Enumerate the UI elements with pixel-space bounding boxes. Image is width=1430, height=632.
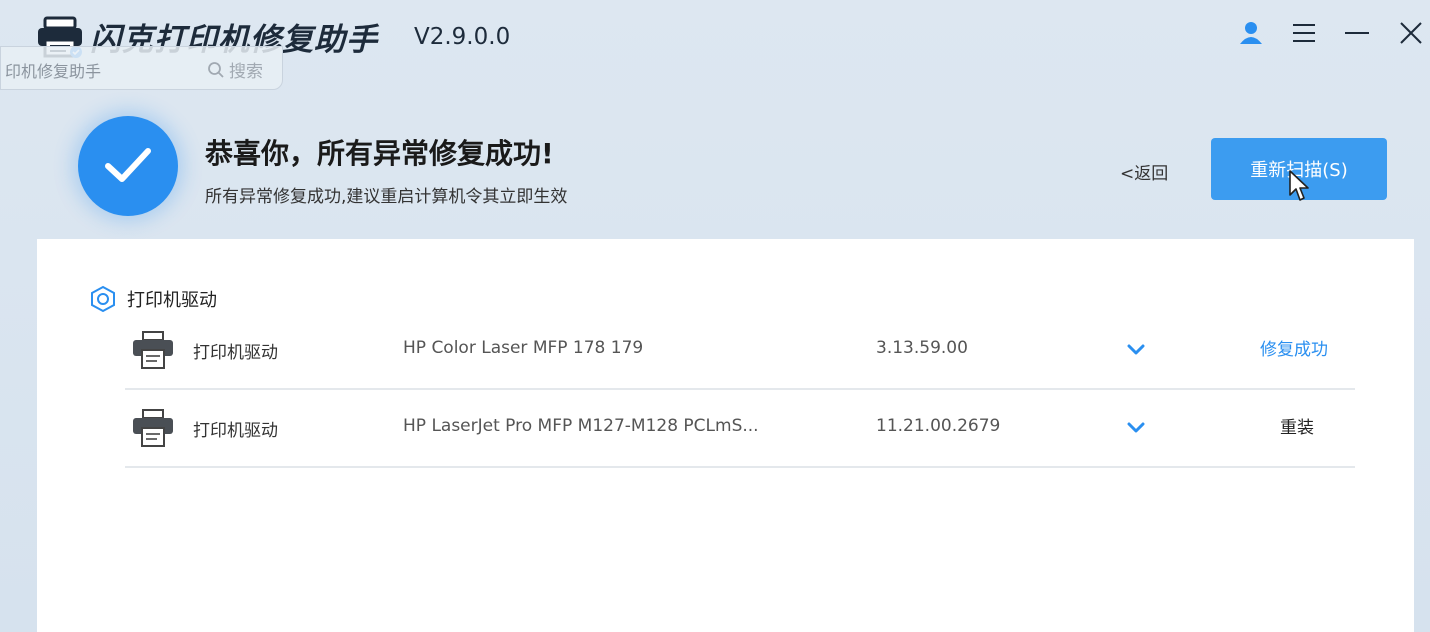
table-row[interactable]: 打印机驱动 HP LaserJet Pro MFP M127-M128 PCLm…	[125, 390, 1355, 468]
overlay-search[interactable]: 搜索	[207, 57, 263, 82]
row-category: 打印机驱动	[193, 343, 278, 363]
overlay-search-label: 搜索	[229, 62, 263, 82]
printer-icon	[133, 409, 173, 447]
overlay-tab-label: 印机修复助手	[5, 62, 102, 81]
table-row[interactable]: 打印机驱动 HP Color Laser MFP 178 179 3.13.59…	[125, 312, 1355, 390]
minimize-icon[interactable]	[1342, 18, 1372, 48]
section-title: 打印机驱动	[127, 290, 217, 311]
results-panel: 打印机驱动 打印机驱动 HP Color Laser MFP 178 179 3…	[37, 239, 1414, 632]
search-icon	[208, 61, 224, 78]
result-title: 恭喜你，所有异常修复成功!	[205, 137, 554, 170]
check-icon	[105, 148, 151, 182]
status-badge: 修复成功	[1260, 340, 1328, 360]
overlay-tab[interactable]: 印机修复助手 搜索	[0, 46, 283, 90]
row-model: HP LaserJet Pro MFP M127-M128 PCLmS...	[403, 416, 759, 436]
chevron-down-icon[interactable]	[1125, 416, 1147, 438]
row-category: 打印机驱动	[193, 421, 278, 441]
row-model: HP Color Laser MFP 178 179	[403, 338, 644, 358]
result-subtitle: 所有异常修复成功,建议重启计算机令其立即生效	[205, 187, 568, 207]
success-badge	[78, 116, 178, 216]
menu-icon[interactable]	[1289, 18, 1319, 48]
app-version: V2.9.0.0	[414, 24, 511, 50]
mouse-cursor-icon	[1289, 170, 1309, 201]
printer-icon	[133, 331, 173, 369]
row-version: 11.21.00.2679	[876, 416, 1001, 436]
reinstall-button[interactable]: 重装	[1280, 413, 1314, 438]
close-icon[interactable]	[1396, 18, 1426, 48]
row-version: 3.13.59.00	[876, 338, 968, 358]
hexagon-icon	[91, 285, 115, 313]
back-link[interactable]: <返回	[1120, 159, 1168, 184]
chevron-down-icon[interactable]	[1125, 338, 1147, 360]
user-icon[interactable]	[1236, 18, 1266, 48]
